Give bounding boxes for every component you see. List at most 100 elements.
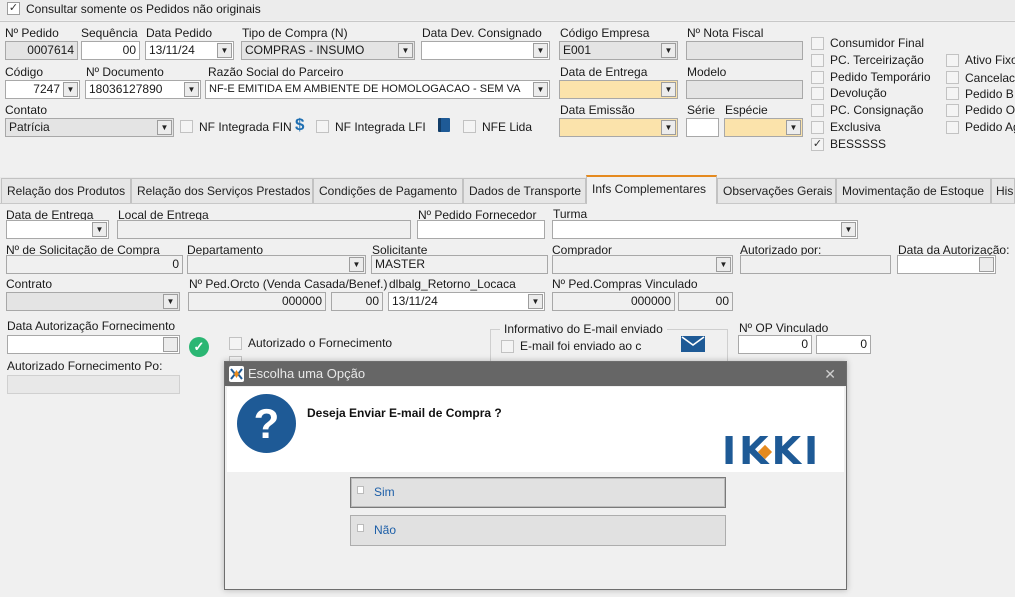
chevron-down-icon[interactable]: ▼	[63, 82, 78, 97]
contato-value: Patrícia	[9, 120, 50, 134]
data-aut-fornec-field[interactable]	[7, 335, 180, 354]
chevron-down-icon[interactable]: ▼	[92, 222, 107, 237]
documento-field[interactable]: 18036127890 ▼	[85, 80, 201, 99]
ped-orcto-seq-field[interactable]: 00	[331, 292, 383, 311]
sequencia-field[interactable]: 00	[81, 41, 140, 60]
devolucao-checkbox[interactable]	[811, 87, 824, 100]
data-autorizacao-field[interactable]	[897, 255, 996, 274]
tab-infs-complementares[interactable]: Infs Complementares	[586, 175, 717, 204]
chevron-down-icon[interactable]: ▼	[661, 43, 676, 58]
pedido-b-checkbox[interactable]	[946, 87, 959, 100]
sim-button[interactable]: Sim	[350, 477, 726, 508]
chevron-down-icon[interactable]: ▼	[533, 43, 548, 58]
contrato-label: Contrato	[6, 277, 53, 291]
chevron-down-icon[interactable]: ▼	[661, 82, 676, 97]
documento-value: 18036127890	[89, 82, 163, 96]
turma-select[interactable]: ▼	[552, 220, 858, 239]
nf-integrada-lfi-checkbox[interactable]	[316, 120, 329, 133]
calendar-icon[interactable]	[979, 257, 994, 272]
tab-dados-transporte[interactable]: Dados de Transporte	[463, 178, 586, 203]
calendar-icon[interactable]	[163, 337, 178, 352]
autorizado-fornec-label: Autorizado o Fornecimento	[248, 336, 393, 350]
nota-fiscal-field[interactable]	[686, 41, 803, 60]
tab-condicoes-pagamento[interactable]: Condições de Pagamento	[313, 178, 463, 203]
modelo-field[interactable]	[686, 80, 803, 99]
envelope-icon[interactable]	[681, 336, 705, 352]
ped-orcto-label: Nº Ped.Orcto (Venda Casada/Benef.)	[189, 277, 388, 291]
local-entrega-field[interactable]	[117, 220, 411, 239]
ped-compras-vinc-field[interactable]: 000000	[552, 292, 675, 311]
pc-terceirizacao-checkbox[interactable]	[811, 54, 824, 67]
codigo-field[interactable]: 7247 ▼	[5, 80, 80, 99]
op-vinculado-field-1[interactable]: 0	[738, 335, 812, 354]
aut-fornec-po-label: Autorizado Fornecimento Po:	[7, 359, 163, 373]
chevron-down-icon[interactable]: ▼	[398, 43, 413, 58]
check-circle-icon[interactable]: ✓	[189, 337, 209, 357]
turma-label: Turma	[553, 207, 588, 221]
contrato-select[interactable]: ▼	[6, 292, 180, 311]
chevron-down-icon[interactable]: ▼	[533, 82, 548, 97]
serie-field[interactable]	[686, 118, 719, 137]
data-dev-field[interactable]: ▼	[421, 41, 550, 60]
chevron-down-icon[interactable]: ▼	[528, 294, 543, 309]
data-entrega-field[interactable]: ▼	[6, 220, 109, 239]
op-vinculado-field-2[interactable]: 0	[816, 335, 871, 354]
consumidor-final-checkbox[interactable]	[811, 37, 824, 50]
bessss-label: BESSSSS	[830, 137, 887, 151]
pedido-o-checkbox[interactable]	[946, 104, 959, 117]
nfe-lida-checkbox[interactable]	[463, 120, 476, 133]
especie-label: Espécie	[725, 103, 768, 117]
solicitante-field[interactable]: MASTER	[371, 255, 548, 274]
autorizado-fornec-checkbox[interactable]	[229, 337, 242, 350]
chevron-down-icon[interactable]: ▼	[716, 257, 731, 272]
data-emissao-field[interactable]: ▼	[559, 118, 678, 137]
chevron-down-icon[interactable]: ▼	[349, 257, 364, 272]
tipo-compra-value: COMPRAS - INSUMO	[245, 43, 365, 57]
bessss-checkbox[interactable]: ✓	[811, 138, 824, 151]
comprador-select[interactable]: ▼	[552, 255, 733, 274]
close-icon[interactable]: ✕	[824, 362, 836, 386]
pedido-field[interactable]: 0007614	[5, 41, 78, 60]
cancelac-checkbox[interactable]	[946, 71, 959, 84]
chevron-down-icon[interactable]: ▼	[786, 120, 801, 135]
tab-relacao-produtos[interactable]: Relação dos Produtos	[1, 178, 131, 203]
contato-select[interactable]: Patrícia ▼	[5, 118, 174, 137]
chevron-down-icon[interactable]: ▼	[157, 120, 172, 135]
consultar-nao-originais-checkbox[interactable]: ✓	[7, 2, 20, 15]
aut-fornec-po-field[interactable]	[7, 375, 180, 394]
pedido-temporario-checkbox[interactable]	[811, 71, 824, 84]
chevron-down-icon[interactable]: ▼	[163, 294, 178, 309]
ativo-fixo-checkbox[interactable]	[946, 54, 959, 67]
especie-select[interactable]: ▼	[724, 118, 803, 137]
pedido-ag-checkbox[interactable]	[946, 121, 959, 134]
data-entrega-header-field[interactable]: ▼	[559, 80, 678, 99]
tab-historico[interactable]: His	[991, 178, 1015, 203]
documento-label: Nº Documento	[86, 65, 164, 79]
ped-orcto-field[interactable]: 000000	[188, 292, 326, 311]
email-enviado-checkbox[interactable]	[501, 340, 514, 353]
tab-relacao-servicos[interactable]: Relação dos Serviços Prestados	[131, 178, 313, 203]
pc-consignacao-checkbox[interactable]	[811, 104, 824, 117]
tipo-compra-label: Tipo de Compra (N)	[242, 26, 348, 40]
chevron-down-icon[interactable]: ▼	[217, 43, 232, 58]
razao-social-field[interactable]: NF-E EMITIDA EM AMBIENTE DE HOMOLOGACAO …	[205, 80, 550, 99]
codigo-empresa-value: E001	[563, 43, 592, 57]
solicitacao-field[interactable]: 0	[6, 255, 183, 274]
chevron-down-icon[interactable]: ▼	[661, 120, 676, 135]
autorizado-por-field[interactable]	[740, 255, 891, 274]
codigo-empresa-select[interactable]: E001 ▼	[559, 41, 678, 60]
tipo-compra-select[interactable]: COMPRAS - INSUMO ▼	[241, 41, 415, 60]
tab-observacoes-gerais[interactable]: Observações Gerais	[717, 178, 836, 203]
pedido-fornecedor-field[interactable]	[417, 220, 545, 239]
departamento-select[interactable]: ▼	[187, 255, 366, 274]
data-pedido-field[interactable]: 13/11/24 ▼	[145, 41, 234, 60]
dlbalg-field[interactable]: 13/11/24 ▼	[388, 292, 545, 311]
ped-compras-seq-field[interactable]: 00	[678, 292, 733, 311]
nf-integrada-fin-checkbox[interactable]	[180, 120, 193, 133]
data-emissao-label: Data Emissão	[560, 103, 635, 117]
exclusiva-checkbox[interactable]	[811, 121, 824, 134]
chevron-down-icon[interactable]: ▼	[841, 222, 856, 237]
nao-button[interactable]: Não	[350, 515, 726, 546]
chevron-down-icon[interactable]: ▼	[184, 82, 199, 97]
tab-movimentacao-estoque[interactable]: Movimentação de Estoque	[836, 178, 991, 203]
